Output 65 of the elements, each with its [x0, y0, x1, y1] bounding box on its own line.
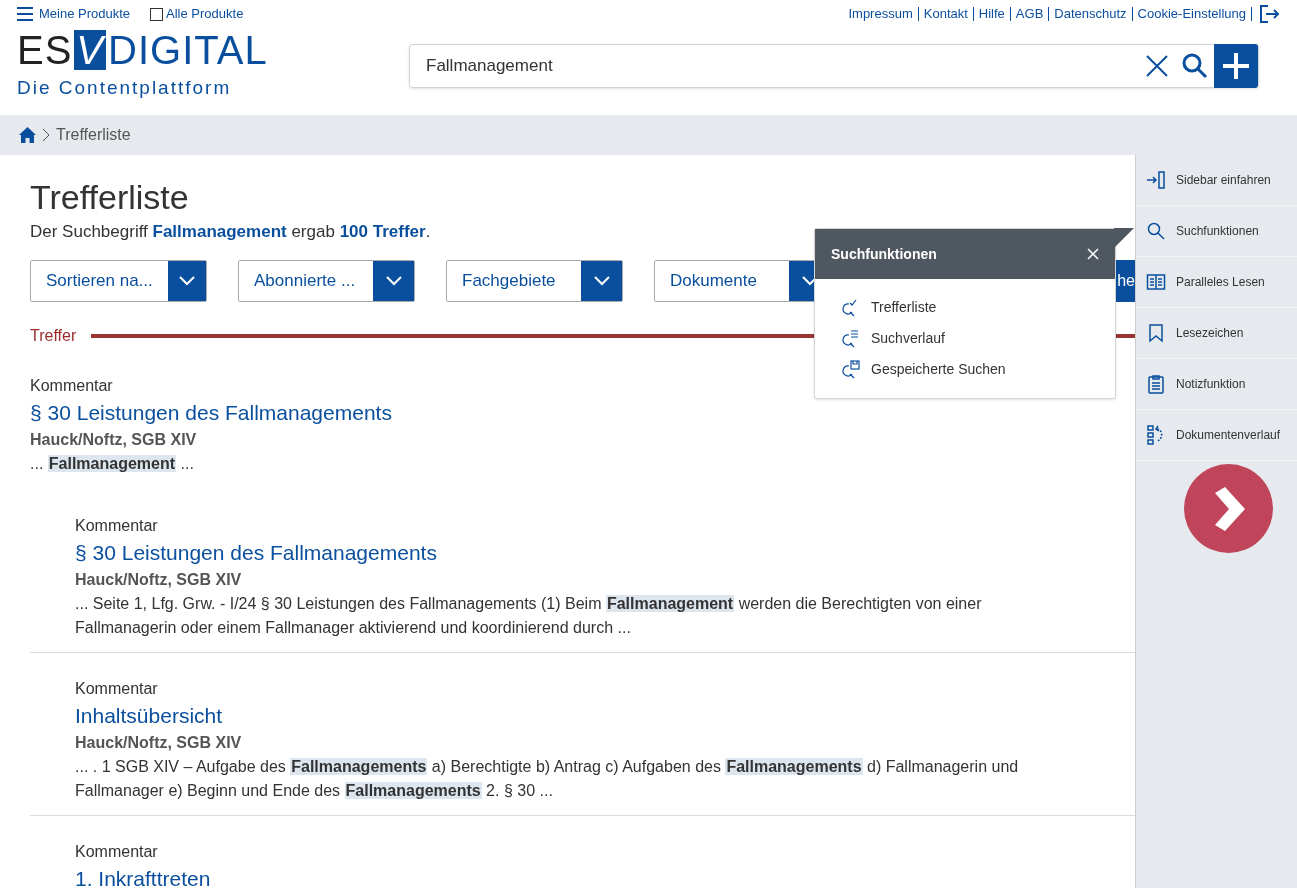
search-field[interactable]: Fallmanagement [409, 44, 1259, 89]
sidebar-item[interactable]: Notizfunktion [1136, 359, 1297, 410]
popup-menu-item[interactable]: Suchverlauf [841, 328, 1089, 349]
plus-icon [1223, 53, 1249, 80]
chevron-down-icon [593, 275, 610, 286]
result-excerpt: ... Fallmanagement ... [30, 453, 195, 474]
logo[interactable]: ES VDIGITAL Die Contentplattform [17, 30, 409, 103]
logo-tagline: Die Contentplattform [17, 76, 233, 100]
footer-link[interactable]: Cookie-Einstellung [1132, 7, 1252, 21]
footer-link[interactable]: Datenschutz [1049, 7, 1133, 21]
popup-title: Suchfunktionen [831, 244, 938, 264]
checkbox[interactable] [150, 7, 164, 21]
result-type: Kommentar [75, 841, 159, 862]
page-title: Trefferliste [30, 177, 190, 217]
logo-mark: V [74, 30, 107, 70]
sidebar-item[interactable]: Sidebar einfahren [1136, 155, 1297, 206]
bookmark-icon [1146, 323, 1166, 343]
search-summary: Der Suchbegriff Fallmanagement ergab 100 Treffer. [30, 221, 431, 243]
result-type: Kommentar [75, 678, 159, 699]
search-icon[interactable] [1182, 53, 1208, 80]
open-book-icon [1146, 272, 1166, 292]
home-icon[interactable] [19, 127, 36, 143]
popup-menu-item[interactable]: Gespeicherte Suchen [841, 359, 1089, 380]
footer-link[interactable]: Impressum [843, 7, 919, 21]
result-title-link[interactable]: § 30 Leistungen des Fallmanagements [75, 537, 1135, 568]
menu-icon [17, 7, 33, 21]
result-author: Hauck/Noftz, SGB XIV [30, 429, 198, 450]
search-input[interactable]: Fallmanagement [410, 45, 1138, 88]
add-button[interactable] [1214, 44, 1258, 89]
section-label: Treffer [30, 325, 77, 346]
search-icon [1146, 221, 1166, 241]
sidebar-item[interactable]: Paralleles Lesen [1136, 257, 1297, 308]
search-list-icon [841, 328, 861, 349]
sidebar-item[interactable]: Suchfunktionen [1136, 206, 1297, 257]
result-excerpt: ... Seite 1, Lfg. Grw. - I/24 § 30 Leistungen des Fallmanagements (1) Beim Fallmanagement werden die Berechtigten von einer Fallmanagerin oder einem Fallmanager aktivierend und koordinierend durch ... [75, 593, 983, 638]
filter-dropdown[interactable]: Sortieren na... [30, 259, 207, 302]
result-type: Kommentar [75, 515, 159, 536]
checkbox-label: Alle Produkte [166, 5, 244, 24]
footer-link[interactable]: Kontakt [918, 7, 974, 21]
logo-text: ES [17, 30, 73, 70]
result-excerpt: ... . 1 SGB XIV – Aufgabe des Fallmanagements a) Berechtigte b) Antrag c) Aufgaben des Fallmanagements d) Fallmanagerin und Fallmanager e) Beginn und Ende des Fallmanagements 2. § 30 ... [75, 756, 1020, 801]
result-title-link[interactable]: 1. Inkrafttreten [75, 863, 1135, 888]
footer-link[interactable]: Hilfe [973, 7, 1011, 21]
footer-link[interactable]: AGB [1010, 7, 1050, 21]
menu-button[interactable]: Meine Produkte [17, 4, 131, 24]
clipboard-icon [1146, 374, 1166, 394]
collapse-sidebar-icon [1146, 170, 1166, 190]
filter-dropdown[interactable]: Fachgebiete [446, 259, 623, 302]
logout-icon[interactable] [1258, 4, 1280, 24]
result-author: Hauck/Noftz, SGB XIV [75, 732, 243, 753]
result-type: Kommentar [30, 375, 114, 396]
result-title-link[interactable]: § 30 Leistungen des Fallmanagements [30, 397, 1135, 428]
chevron-right-icon [42, 128, 50, 142]
search-save-icon [841, 359, 861, 380]
filter-dropdown[interactable]: Abonnierte ... [238, 259, 415, 302]
sidebar-item[interactable]: Lesezeichen [1136, 308, 1297, 359]
logo-text: DIGITAL [108, 30, 268, 70]
chevron-down-icon [178, 275, 195, 286]
result-author: Hauck/Noftz, SGB XIV [75, 569, 243, 590]
sidebar-item[interactable]: Dokumentenverlauf [1136, 410, 1297, 461]
popup-menu-item[interactable]: Trefferliste [841, 297, 1089, 318]
result-title-link[interactable]: Inhaltsübersicht [75, 700, 1135, 731]
breadcrumb-item[interactable]: Trefferliste [56, 123, 131, 147]
chevron-down-icon [385, 275, 402, 286]
close-icon[interactable] [1146, 55, 1168, 78]
